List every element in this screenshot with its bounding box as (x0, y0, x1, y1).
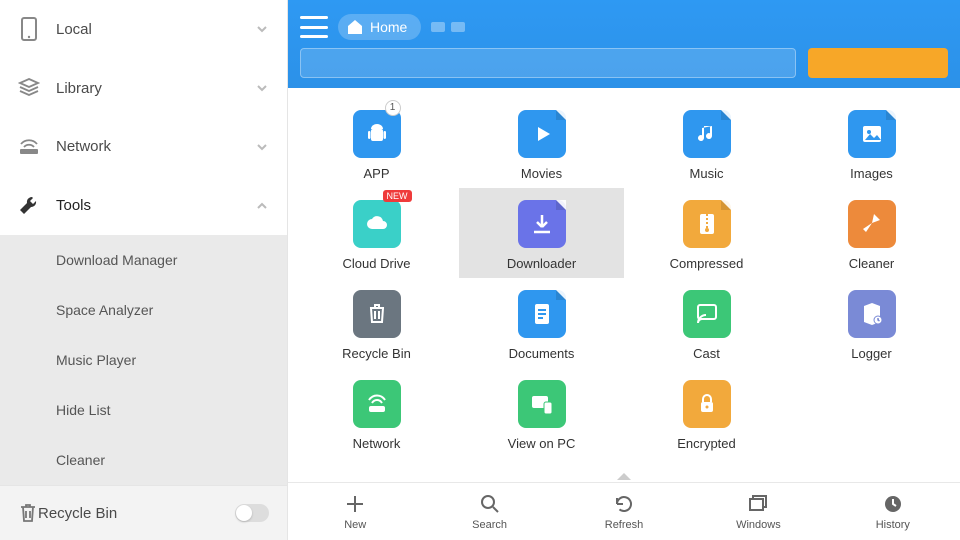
recycle-label: Recycle Bin (38, 505, 117, 522)
tile-downloader[interactable]: Downloader (459, 188, 624, 278)
picture-icon (848, 110, 896, 158)
sidebar-item-label: Network (56, 138, 111, 155)
tile-label: Logger (851, 346, 891, 361)
sub-cleaner[interactable]: Cleaner (0, 435, 287, 485)
breadcrumb-home[interactable]: Home (338, 14, 421, 40)
download-icon (518, 200, 566, 248)
recycle-toggle[interactable] (235, 504, 269, 522)
stack-icon (18, 77, 40, 99)
trash-icon (353, 290, 401, 338)
tile-network[interactable]: Network (294, 368, 459, 458)
phone-icon (18, 18, 40, 40)
pc-icon (518, 380, 566, 428)
net-icon (353, 380, 401, 428)
tile-movies[interactable]: Movies (459, 98, 624, 188)
tile-logger[interactable]: Logger (789, 278, 954, 368)
sub-music-player[interactable]: Music Player (0, 335, 287, 385)
badge: 1 (385, 100, 401, 116)
tile-encrypted[interactable]: Encrypted (624, 368, 789, 458)
plus-icon (344, 493, 366, 515)
bottom-refresh[interactable]: Refresh (557, 483, 691, 540)
sidebar-item-label: Library (56, 80, 102, 97)
tile-view-on-pc[interactable]: View on PC (459, 368, 624, 458)
tile-label: View on PC (508, 436, 576, 451)
bottom-bar: New Search Refresh Windows History (288, 482, 960, 540)
sidebar-item-network[interactable]: Network (0, 118, 287, 177)
tile-label: Network (353, 436, 401, 451)
bottom-new[interactable]: New (288, 483, 422, 540)
lock-icon (683, 380, 731, 428)
tile-cleaner[interactable]: Cleaner (789, 188, 954, 278)
sidebar-item-label: Local (56, 21, 92, 38)
breadcrumb-tail (431, 22, 465, 32)
chevron-up-icon (255, 199, 269, 213)
tile-compressed[interactable]: Compressed (624, 188, 789, 278)
tools-grid: APP 1 Movies Music Images Cloud Drive NEW Downl… (294, 98, 954, 458)
tile-label: Recycle Bin (342, 346, 411, 361)
tile-label: Cast (693, 346, 720, 361)
bottom-windows[interactable]: Windows (691, 483, 825, 540)
tile-label: Cleaner (849, 256, 895, 271)
tile-documents[interactable]: Documents (459, 278, 624, 368)
tile-label: Music (690, 166, 724, 181)
trash-icon (18, 502, 38, 524)
tile-label: APP (363, 166, 389, 181)
cloud-icon (353, 200, 401, 248)
sidebar: Local Library Network Tools Download Man… (0, 0, 288, 540)
sub-download-manager[interactable]: Download Manager (0, 235, 287, 285)
search-icon (479, 493, 501, 515)
cast-icon (683, 290, 731, 338)
tile-cloud-drive[interactable]: Cloud Drive NEW (294, 188, 459, 278)
refresh-icon (613, 493, 635, 515)
chevron-down-icon (255, 81, 269, 95)
action-button[interactable] (808, 48, 948, 78)
sidebar-item-local[interactable]: Local (0, 0, 287, 59)
tile-label: Cloud Drive (343, 256, 411, 271)
doc-icon (518, 290, 566, 338)
android-icon (353, 110, 401, 158)
bottom-history[interactable]: History (826, 483, 960, 540)
sidebar-item-tools[interactable]: Tools (0, 176, 287, 235)
note-icon (683, 110, 731, 158)
tile-label: Compressed (670, 256, 744, 271)
home-icon (346, 18, 364, 36)
windows-icon (747, 493, 769, 515)
sidebar-recycle-bin[interactable]: Recycle Bin (0, 485, 287, 540)
tile-recycle-bin[interactable]: Recycle Bin (294, 278, 459, 368)
sidebar-item-library[interactable]: Library (0, 59, 287, 118)
search-bar[interactable] (300, 48, 796, 78)
wrench-icon (18, 195, 40, 217)
collapse-arrow-icon[interactable] (617, 473, 631, 480)
new-badge: NEW (383, 190, 412, 202)
tile-app[interactable]: APP 1 (294, 98, 459, 188)
topbar: Home (288, 0, 960, 88)
play-icon (518, 110, 566, 158)
main-panel: Home APP 1 Movies Music Images Cloud Drive NEW… (288, 0, 960, 540)
tools-sublist: Download Manager Space Analyzer Music Pl… (0, 235, 287, 485)
tile-images[interactable]: Images (789, 98, 954, 188)
zip-icon (683, 200, 731, 248)
tile-music[interactable]: Music (624, 98, 789, 188)
sidebar-item-label: Tools (56, 197, 91, 214)
bottom-search[interactable]: Search (422, 483, 556, 540)
tile-label: Documents (509, 346, 575, 361)
sub-hide-list[interactable]: Hide List (0, 385, 287, 435)
tile-label: Downloader (507, 256, 576, 271)
tile-label: Images (850, 166, 893, 181)
tile-label: Encrypted (677, 436, 736, 451)
router-icon (18, 136, 40, 158)
clock-icon (882, 493, 904, 515)
menu-button[interactable] (300, 16, 328, 38)
chevron-down-icon (255, 22, 269, 36)
tile-cast[interactable]: Cast (624, 278, 789, 368)
broom-icon (848, 200, 896, 248)
sub-space-analyzer[interactable]: Space Analyzer (0, 285, 287, 335)
log-icon (848, 290, 896, 338)
chevron-down-icon (255, 140, 269, 154)
tile-label: Movies (521, 166, 562, 181)
